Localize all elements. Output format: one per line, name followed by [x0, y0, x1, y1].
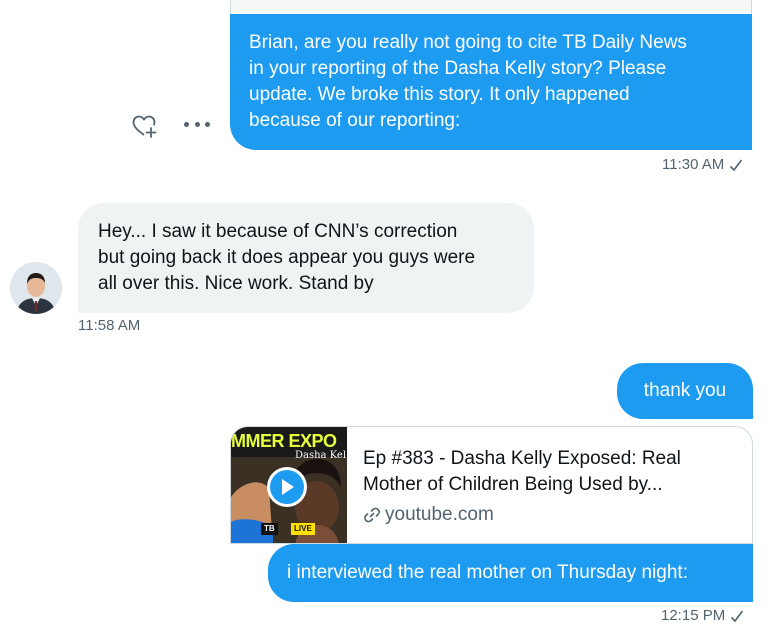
link-preview-card[interactable]: MMER EXPO Dasha Kel TB LIVE Ep #383 - Da… — [230, 426, 753, 544]
more-options-icon[interactable] — [184, 113, 210, 135]
message-text-line: Brian, are you really not going to cite … — [249, 32, 687, 53]
link-icon — [364, 507, 380, 523]
thumbnail-live-badge: LIVE — [291, 523, 315, 535]
heart-plus-icon[interactable] — [130, 112, 158, 140]
thumbnail-banner-text: MMER EXPO — [231, 431, 337, 451]
message-text-line: because of our reporting: — [249, 110, 461, 131]
link-domain[interactable]: youtube.com — [363, 502, 681, 528]
play-icon[interactable] — [267, 467, 307, 507]
outgoing-message-bubble[interactable]: i interviewed the real mother on Thursda… — [268, 544, 753, 602]
message-timestamp: 11:30 AM — [662, 156, 743, 173]
outgoing-message-bubble[interactable]: thank you — [617, 363, 753, 419]
checkmark-icon — [730, 159, 743, 171]
message-timestamp: 11:58 AM — [78, 317, 141, 334]
incoming-message-bubble[interactable]: Hey... I saw it because of CNN’s correct… — [78, 203, 534, 313]
message-text-line: but going back it does appear you guys w… — [98, 247, 476, 268]
outgoing-message-bubble[interactable]: Brian, are you really not going to cite … — [230, 14, 752, 150]
message-text-line: in your reporting of the Dasha Kelly sto… — [249, 58, 667, 79]
avatar[interactable] — [10, 262, 62, 314]
thumbnail-badge: TB — [261, 523, 278, 535]
link-title-line[interactable]: Mother of Children Being Used by... — [363, 472, 681, 498]
link-title-line[interactable]: Ep #383 - Dasha Kelly Exposed: Real — [363, 446, 681, 472]
message-text-line: update. We broke this story. It only hap… — [249, 84, 630, 105]
thumbnail-name-text: Dasha Kel — [295, 450, 347, 461]
link-thumbnail[interactable]: MMER EXPO Dasha Kel TB LIVE — [231, 427, 347, 543]
checkmark-icon — [731, 610, 744, 622]
message-text: i interviewed the real mother on Thursda… — [287, 562, 688, 583]
message-text-line: Hey... I saw it because of CNN’s correct… — [98, 221, 458, 242]
message-text-line: all over this. Nice work. Stand by — [98, 273, 374, 294]
message-timestamp: 12:15 PM — [661, 607, 744, 624]
message-text: thank you — [643, 380, 727, 401]
